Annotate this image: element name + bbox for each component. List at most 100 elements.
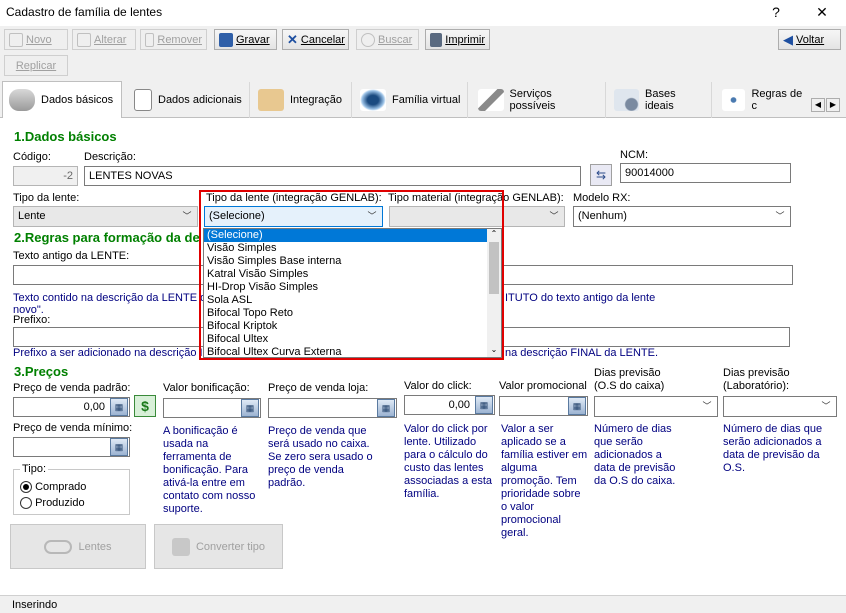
checklist-icon <box>134 89 152 111</box>
tab-integracao[interactable]: Integração <box>252 82 352 118</box>
modelo-rx-value: (Nenhum) <box>578 210 627 222</box>
buscar-button[interactable]: Buscar <box>356 29 419 50</box>
toolbar: Novo Alterar Remover Gravar ✕ Cancelar B… <box>0 26 846 78</box>
ncm-field[interactable]: 90014000 <box>620 163 791 183</box>
dias-lab-label: Dias previsão <box>723 367 790 379</box>
converter-label: Converter tipo <box>195 540 266 553</box>
new-icon <box>9 32 23 47</box>
tab-familia-virtual[interactable]: Família virtual <box>354 82 468 118</box>
venda-loja-label: Preço de venda loja: <box>268 382 369 394</box>
chevron-down-icon: ﹀ <box>821 401 831 411</box>
voltar-button[interactable]: ◀ Voltar <box>778 29 841 50</box>
tab-scroll-right-icon[interactable]: ▶ <box>826 98 840 112</box>
lens-icon <box>9 89 35 111</box>
replicar-button[interactable]: Replicar <box>4 55 68 76</box>
modelo-rx-select[interactable]: (Nenhum) ﹀ <box>573 206 791 227</box>
cancelar-label: Cancelar <box>300 33 345 46</box>
prefixo-help: Prefixo a ser adicionado na descrição I <box>13 347 203 359</box>
section-regras: 2.Regras para formação da de <box>14 230 200 245</box>
texto-antigo-label: Texto antigo da LENTE: <box>13 250 130 262</box>
novo-button[interactable]: Novo <box>4 29 68 50</box>
wrench-icon <box>478 89 504 111</box>
bonificacao-help: A bonificação é usada na ferramenta de b… <box>163 425 256 515</box>
status-bar: Inserindo <box>0 595 846 613</box>
promocional-label: Valor promocional <box>499 380 587 392</box>
remover-label: Remover <box>157 33 202 46</box>
tab-label: Regras de c <box>751 88 803 112</box>
prefixo-help-cont: na descrição FINAL da LENTE. <box>505 347 659 359</box>
descricao-field[interactable]: LENTES NOVAS <box>84 166 581 186</box>
comprado-label: Comprado <box>35 481 87 493</box>
translate-button[interactable]: ⇆ <box>590 164 612 186</box>
tab-servicos-possiveis[interactable]: Serviços possíveis <box>472 82 606 118</box>
tab-strip: Dados básicos Dados adicionais Integraçã… <box>0 80 846 118</box>
highlight-box <box>199 190 504 360</box>
converter-button[interactable]: Converter tipo <box>154 524 283 569</box>
close-button[interactable]: ✕ <box>812 4 832 21</box>
tipo-lente-select[interactable]: Lente ﹀ <box>13 206 198 227</box>
tab-dados-basicos[interactable]: Dados básicos <box>2 81 122 118</box>
voltar-label: Voltar <box>796 33 825 46</box>
lens-icon <box>44 539 73 554</box>
codigo-field[interactable]: -2 <box>13 166 78 186</box>
search-icon <box>361 32 375 47</box>
dots-icon <box>722 89 746 111</box>
produzido-radio[interactable]: Produzido <box>20 497 85 510</box>
calculator-icon[interactable]: ▦ <box>241 399 259 417</box>
descricao-label: Descrição: <box>84 151 136 163</box>
comprado-radio[interactable]: Comprado <box>20 481 87 494</box>
dias-caixa-help: Número de dias que serão adicionados a d… <box>594 423 676 487</box>
tab-label: Bases ideais <box>645 88 676 112</box>
tab-regras[interactable]: Regras de c <box>716 82 811 118</box>
section-dados-basicos: 1.Dados básicos <box>14 129 117 144</box>
remover-button[interactable]: Remover <box>140 29 207 50</box>
tipo-lente-value: Lente <box>18 210 46 222</box>
gravar-button[interactable]: Gravar <box>214 29 277 50</box>
calculator-icon[interactable]: ▦ <box>377 399 395 417</box>
convert-icon <box>171 537 190 556</box>
tab-dados-adicionais[interactable]: Dados adicionais <box>128 82 250 118</box>
dias-lab-select[interactable]: ﹀ <box>723 396 837 417</box>
calculator-icon[interactable]: ▦ <box>568 397 586 415</box>
alterar-button[interactable]: Alterar <box>72 29 136 50</box>
dias-caixa-select[interactable]: ﹀ <box>594 396 718 417</box>
prefixo-label: Prefixo: <box>13 314 51 326</box>
radio-unchecked-icon <box>20 497 32 510</box>
dollar-button[interactable]: $ <box>134 395 156 417</box>
dias-lab-label-2: (Laboratório): <box>723 380 790 392</box>
chevron-down-icon: ﹀ <box>182 211 192 221</box>
chevron-down-icon: ﹀ <box>702 401 712 411</box>
magnifier-icon <box>614 89 639 111</box>
tipo-group: Tipo: Comprado Produzido <box>13 463 130 515</box>
tipo-lente-label: Tipo da lente: <box>13 192 80 204</box>
translate-icon: ⇆ <box>595 168 607 182</box>
help-button[interactable]: ? <box>766 4 786 20</box>
lentes-button[interactable]: Lentes <box>10 524 146 569</box>
chevron-down-icon: ﹀ <box>775 211 785 221</box>
calculator-icon[interactable]: ▦ <box>110 438 128 456</box>
calculator-icon[interactable]: ▦ <box>475 396 493 414</box>
edit-icon <box>77 32 91 47</box>
cancelar-button[interactable]: ✕ Cancelar <box>282 29 349 50</box>
tab-bases-ideais[interactable]: Bases ideais <box>608 82 712 118</box>
venda-padrao-label: Preço de venda padrão: <box>13 382 131 394</box>
chevron-down-icon: ﹀ <box>549 211 559 221</box>
radio-checked-icon <box>20 481 32 494</box>
tab-label: Integração <box>290 94 342 106</box>
gravar-label: Gravar <box>236 33 270 46</box>
title-bar: Cadastro de família de lentes ? ✕ <box>0 0 846 26</box>
novo-label: Novo <box>26 33 52 46</box>
buscar-label: Buscar <box>378 33 413 46</box>
promocional-help: Valor a ser aplicado se a família estive… <box>501 423 588 539</box>
imprimir-button[interactable]: Imprimir <box>425 29 490 50</box>
dias-caixa-label-2: (O.S do caixa) <box>594 380 665 392</box>
tab-label: Dados básicos <box>41 94 114 106</box>
handshake-icon <box>258 89 284 111</box>
tab-scroll-left-icon[interactable]: ◀ <box>811 98 825 112</box>
arrow-left-icon: ◀ <box>783 31 793 47</box>
calculator-icon[interactable]: ▦ <box>110 398 128 416</box>
dollar-icon: $ <box>141 398 149 414</box>
ncm-label: NCM: <box>620 149 649 161</box>
bonificacao-label: Valor bonificação: <box>163 382 250 394</box>
trash-icon <box>145 32 155 47</box>
